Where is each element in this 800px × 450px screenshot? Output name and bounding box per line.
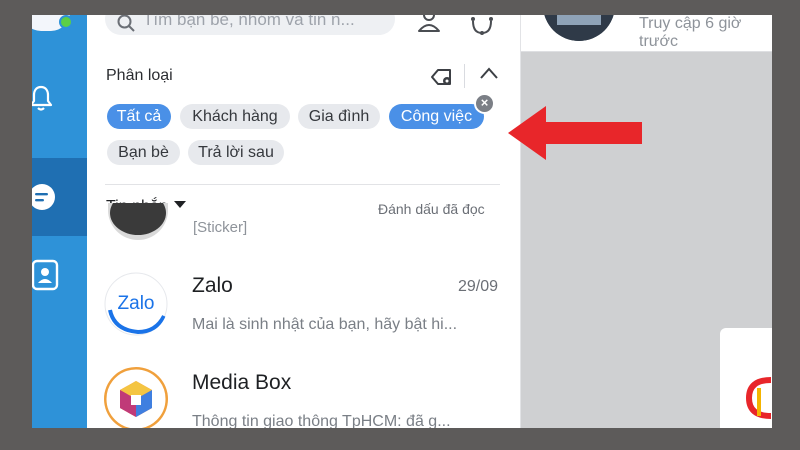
chip-all[interactable]: Tất cả <box>107 104 171 129</box>
tag-settings-icon[interactable] <box>430 66 454 88</box>
message-preview: Thông tin giao thông TpHCM: đã g... <box>192 413 451 428</box>
caret-down-icon <box>173 201 186 209</box>
chevron-up-icon[interactable] <box>478 65 500 81</box>
nav-rail <box>32 15 87 428</box>
contact-book-icon <box>32 259 59 291</box>
chat-card[interactable] <box>720 328 772 428</box>
media-box-logo-icon <box>104 367 168 428</box>
contacts-button[interactable] <box>32 236 87 314</box>
conversation-panel: Phân loại Tất cả Khách hàng Gia đình Côn… <box>87 15 521 428</box>
close-icon: × <box>480 95 489 110</box>
message-preview: [Sticker] <box>193 219 248 235</box>
search-bar[interactable] <box>105 15 395 35</box>
chip-family[interactable]: Gia đình <box>298 104 380 129</box>
notifications-button[interactable] <box>32 63 87 141</box>
zalo-logo-text: Zalo <box>118 293 155 314</box>
mark-all-read-link[interactable]: Đánh dấu đã đọc <box>378 201 485 217</box>
app-window: Phân loại Tất cả Khách hàng Gia đình Côn… <box>32 15 772 428</box>
zalo-logo-icon: Zalo <box>104 272 168 336</box>
conversation-name: Media Box <box>192 371 292 394</box>
chip-work[interactable]: Công việc <box>389 104 484 129</box>
brand-logo-icon <box>745 377 772 419</box>
conversation-name: Zalo <box>192 274 233 297</box>
remove-chip-button[interactable]: × <box>474 93 495 114</box>
chip-reply-later[interactable]: Trả lời sau <box>188 140 284 165</box>
search-input[interactable] <box>141 15 393 32</box>
chip-customers[interactable]: Khách hàng <box>180 104 290 129</box>
add-friend-icon[interactable] <box>417 15 443 35</box>
bell-icon <box>32 85 53 111</box>
search-icon <box>117 15 135 32</box>
section-divider <box>105 184 500 185</box>
create-group-icon[interactable] <box>467 15 497 39</box>
chip-friends[interactable]: Bạn bè <box>107 140 180 165</box>
chat-bubble-icon <box>32 184 55 210</box>
chat-avatar[interactable] <box>543 15 615 41</box>
classify-title: Phân loại <box>106 67 173 84</box>
messages-button[interactable] <box>32 158 87 236</box>
pointer-arrow-icon <box>508 106 642 160</box>
avatar <box>108 203 168 240</box>
last-access-status: Truy cập 6 giờ trước <box>639 15 742 50</box>
conversation-time: 29/09 <box>458 278 499 295</box>
chat-header: Truy cập 6 giờ trước <box>521 15 772 52</box>
message-preview: Mai là sinh nhật của bạn, hãy bật hi... <box>192 316 458 333</box>
header-divider <box>464 64 465 88</box>
online-status-dot <box>59 15 73 29</box>
